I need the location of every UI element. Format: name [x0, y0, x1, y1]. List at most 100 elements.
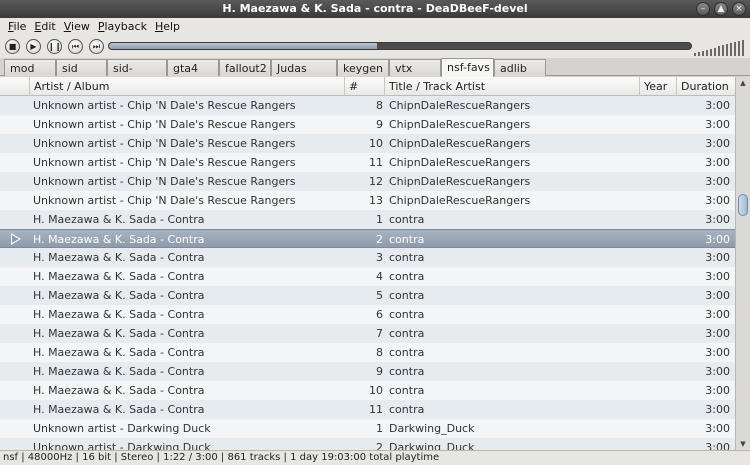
title-cell: contra — [389, 346, 425, 359]
previous-button[interactable]: ⏮ — [68, 39, 83, 54]
title-cell: ChipnDaleRescueRangers — [389, 99, 531, 112]
table-row[interactable]: Unknown artist - Chip 'N Dale's Rescue R… — [0, 191, 735, 210]
artist-cell: H. Maezawa & K. Sada - Contra — [33, 403, 205, 416]
column-duration[interactable]: Duration — [677, 77, 735, 96]
duration-cell: 3:00 — [705, 194, 730, 207]
close-icon[interactable]: × — [732, 2, 746, 16]
tab-judas-priest[interactable]: Judas Priest — [271, 59, 337, 88]
table-row[interactable]: Unknown artist - Darkwing Duck 2 Darkwing_… — [0, 438, 735, 450]
title-cell: ChipnDaleRescueRangers — [389, 194, 531, 207]
window-controls: – ▲ × — [696, 2, 746, 16]
scroll-up-icon[interactable]: ▲ — [739, 79, 747, 87]
title-cell: ChipnDaleRescueRangers — [389, 175, 531, 188]
table-row[interactable]: H. Maezawa & K. Sada - Contra 9 contra 3:00 — [0, 362, 735, 381]
title-cell: contra — [389, 233, 425, 246]
table-row[interactable]: H. Maezawa & K. Sada - Contra 8 contra 3:00 — [0, 343, 735, 362]
track-number-cell: 3 — [376, 251, 383, 264]
artist-cell: H. Maezawa & K. Sada - Contra — [33, 270, 205, 283]
track-number-cell: 10 — [369, 384, 383, 397]
minimize-icon[interactable]: – — [696, 2, 710, 16]
duration-cell: 3:00 — [705, 384, 730, 397]
tab-keygen[interactable]: keygen — [337, 59, 389, 76]
window-title: H. Maezawa & K. Sada - contra - DeaDBeeF… — [222, 2, 528, 15]
tab-adlib[interactable]: adlib — [494, 59, 546, 76]
table-row-selected[interactable]: H. Maezawa & K. Sada - Contra 2 contra 3:00 — [0, 229, 735, 248]
table-row[interactable]: H. Maezawa & K. Sada - Contra 6 contra 3:00 — [0, 305, 735, 324]
volume-step — [742, 39, 744, 56]
table-row[interactable]: H. Maezawa & K. Sada - Contra 1 contra 3:00 — [0, 210, 735, 229]
table-row[interactable]: Unknown artist - Chip 'N Dale's Rescue R… — [0, 134, 735, 153]
table-row[interactable]: H. Maezawa & K. Sada - Contra 4 contra 3:00 — [0, 267, 735, 286]
tab-mod[interactable]: mod — [4, 59, 56, 76]
title-cell: ChipnDaleRescueRangers — [389, 137, 531, 150]
column-header: Artist / Album # Title / Track Artist Ye… — [0, 77, 735, 96]
toolbar: ■ ▶ ❙❙ ⏮ ⏭ — [0, 36, 750, 58]
artist-cell: Unknown artist - Darkwing Duck — [33, 441, 211, 450]
column-year[interactable]: Year — [640, 77, 677, 96]
column-playing[interactable] — [0, 77, 30, 96]
scroll-thumb[interactable] — [738, 194, 748, 216]
table-row[interactable]: H. Maezawa & K. Sada - Contra 7 contra 3:00 — [0, 324, 735, 343]
artist-cell: H. Maezawa & K. Sada - Contra — [33, 384, 205, 397]
tab-sid-remake[interactable]: sid-remake — [107, 59, 167, 88]
play-button[interactable]: ▶ — [26, 39, 41, 54]
tab-fallout2[interactable]: fallout2 — [219, 59, 271, 76]
seek-bar[interactable] — [108, 42, 692, 50]
title-cell: Darkwing_Duck — [389, 441, 475, 450]
table-row[interactable]: H. Maezawa & K. Sada - Contra 5 contra 3:00 — [0, 286, 735, 305]
next-button[interactable]: ⏭ — [89, 39, 104, 54]
menu-playback[interactable]: Playback — [90, 18, 147, 36]
artist-cell: Unknown artist - Chip 'N Dale's Rescue R… — [33, 137, 296, 150]
track-number-cell: 2 — [376, 233, 383, 246]
duration-cell: 3:00 — [705, 213, 730, 226]
title-cell: ChipnDaleRescueRangers — [389, 156, 531, 169]
title-cell: contra — [389, 289, 425, 302]
volume-step — [714, 47, 716, 56]
tab-gta4[interactable]: gta4 — [167, 59, 219, 76]
table-row[interactable]: H. Maezawa & K. Sada - Contra 3 contra 3:00 — [0, 248, 735, 267]
duration-cell: 3:00 — [705, 156, 730, 169]
table-row[interactable]: H. Maezawa & K. Sada - Contra 11 contra 3:0… — [0, 400, 735, 419]
artist-cell: H. Maezawa & K. Sada - Contra — [33, 346, 205, 359]
stop-button[interactable]: ■ — [5, 39, 20, 54]
menu-edit[interactable]: Edit — [26, 18, 55, 36]
volume-step — [722, 45, 724, 56]
maximize-icon[interactable]: ▲ — [714, 2, 728, 16]
column-artist-album[interactable]: Artist / Album — [30, 77, 345, 96]
tab-nsf-favs[interactable]: nsf-favs — [441, 58, 494, 77]
volume-bar[interactable] — [694, 38, 746, 56]
column-title[interactable]: Title / Track Artist — [385, 77, 640, 96]
artist-cell: Unknown artist - Chip 'N Dale's Rescue R… — [33, 118, 296, 131]
menu-help[interactable]: Help — [147, 18, 180, 36]
tab-sid[interactable]: sid — [56, 59, 107, 76]
track-number-cell: 5 — [376, 289, 383, 302]
track-number-cell: 10 — [369, 137, 383, 150]
table-row[interactable]: Unknown artist - Chip 'N Dale's Rescue R… — [0, 172, 735, 191]
table-row[interactable]: H. Maezawa & K. Sada - Contra 10 contra 3:0… — [0, 381, 735, 400]
artist-cell: Unknown artist - Chip 'N Dale's Rescue R… — [33, 156, 296, 169]
table-row[interactable]: Unknown artist - Chip 'N Dale's Rescue R… — [0, 115, 735, 134]
duration-cell: 3:00 — [705, 99, 730, 112]
table-row[interactable]: Unknown artist - Darkwing Duck 1 Darkwing_… — [0, 419, 735, 438]
title-cell: contra — [389, 213, 425, 226]
column-track-number[interactable]: # — [345, 77, 385, 96]
title-cell: contra — [389, 403, 425, 416]
menu-view[interactable]: View — [56, 18, 90, 36]
menu-file[interactable]: File — [0, 18, 26, 36]
title-cell: contra — [389, 365, 425, 378]
volume-step — [738, 40, 740, 56]
duration-cell: 3:00 — [705, 308, 730, 321]
duration-cell: 3:00 — [705, 289, 730, 302]
playlist[interactable]: Artist / Album # Title / Track Artist Ye… — [0, 77, 735, 450]
table-row[interactable]: Unknown artist - Chip 'N Dale's Rescue R… — [0, 96, 735, 115]
pause-button[interactable]: ❙❙ — [47, 39, 62, 54]
title-cell: contra — [389, 308, 425, 321]
scroll-down-icon[interactable]: ▼ — [739, 440, 747, 448]
table-row[interactable]: Unknown artist - Chip 'N Dale's Rescue R… — [0, 153, 735, 172]
volume-step — [706, 49, 708, 56]
title-cell: ChipnDaleRescueRangers — [389, 118, 531, 131]
playing-icon — [11, 233, 21, 245]
playlist-scrollbar[interactable]: ▲ ▼ — [735, 77, 750, 450]
tab-vtx[interactable]: vtx — [389, 59, 441, 76]
title-cell: contra — [389, 251, 425, 264]
